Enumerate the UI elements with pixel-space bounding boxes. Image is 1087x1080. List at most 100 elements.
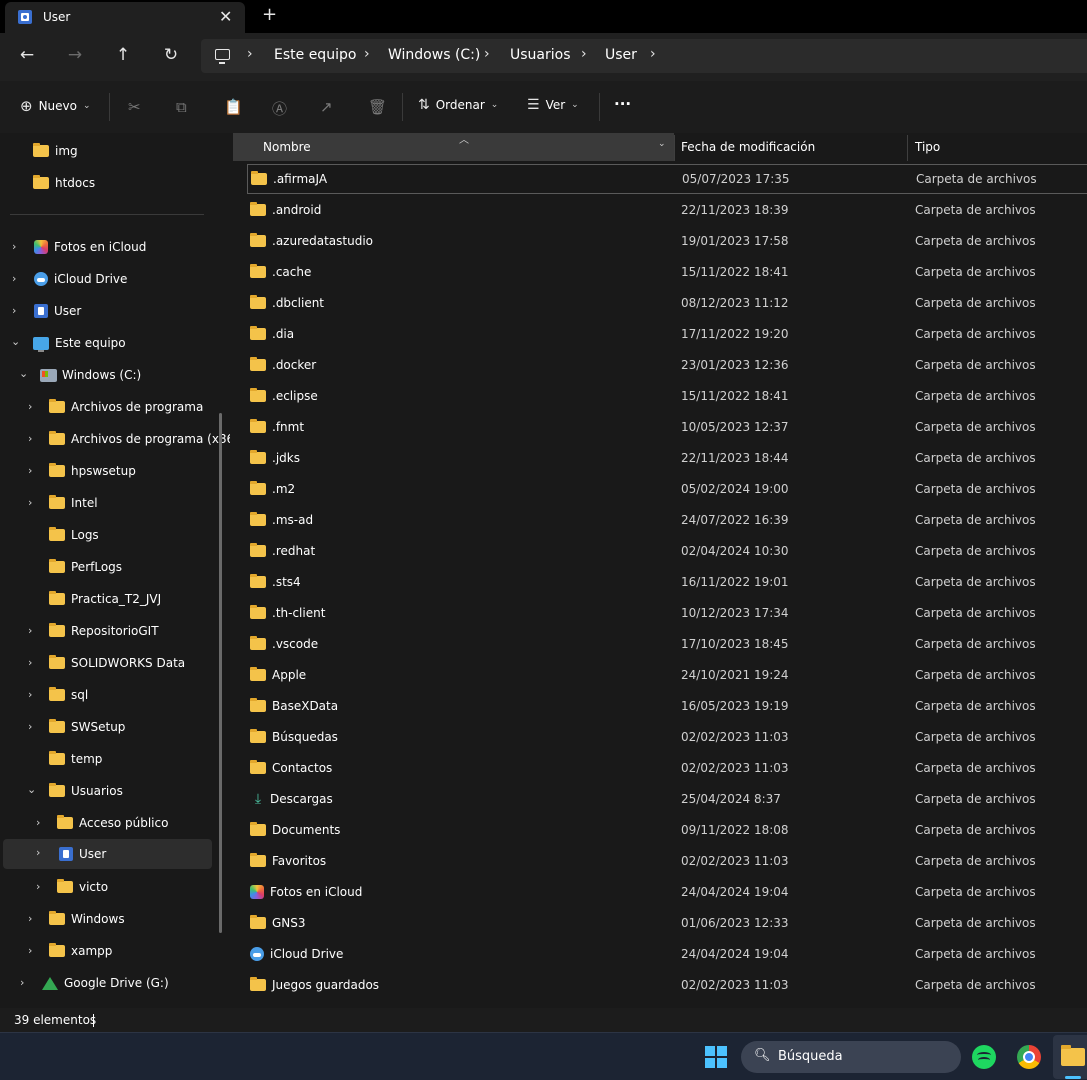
delete-icon[interactable]: 🗑 bbox=[368, 98, 387, 116]
chevron-right-icon[interactable]: › bbox=[36, 846, 40, 859]
sidebar-item-user[interactable]: User bbox=[34, 296, 81, 326]
sidebar-scrollbar[interactable] bbox=[219, 413, 222, 933]
sidebar-item-intel[interactable]: Intel bbox=[49, 488, 98, 518]
sidebar-item-solidworks[interactable]: SOLIDWORKS Data bbox=[49, 648, 185, 678]
chevron-right-icon[interactable]: › bbox=[12, 240, 16, 253]
sidebar-item-icloud-drive[interactable]: iCloud Drive bbox=[34, 264, 127, 294]
chevron-right-icon[interactable]: › bbox=[36, 816, 40, 829]
column-header-name[interactable]: ︿ Nombre ⌄ bbox=[233, 133, 674, 161]
chevron-right-icon[interactable]: › bbox=[28, 912, 32, 925]
file-row[interactable]: Fotos en iCloud 24/04/2024 19:04 Carpeta d… bbox=[247, 877, 1087, 907]
column-separator[interactable] bbox=[907, 135, 908, 161]
file-row[interactable]: .fnmt 10/05/2023 12:37 Carpeta de archivos bbox=[247, 412, 1087, 442]
up-button[interactable]: ↑ bbox=[111, 45, 135, 65]
rename-icon[interactable]: Ⓐ bbox=[272, 98, 287, 119]
taskbar-search[interactable]: 🔍︎ Búsqueda bbox=[741, 1041, 961, 1073]
view-button[interactable]: ☰ Ver ⌄ bbox=[527, 97, 579, 113]
file-explorer-taskbar-icon[interactable] bbox=[1053, 1035, 1087, 1079]
file-row[interactable]: .sts4 16/11/2022 19:01 Carpeta de archivos bbox=[247, 567, 1087, 597]
share-icon[interactable]: ↗ bbox=[320, 98, 333, 116]
chevron-right-icon[interactable]: › bbox=[28, 688, 32, 701]
chevron-right-icon[interactable]: › bbox=[28, 496, 32, 509]
chevron-right-icon[interactable]: › bbox=[28, 432, 32, 445]
breadcrumb-usuarios[interactable]: Usuarios bbox=[510, 47, 571, 63]
sidebar-item-perflogs[interactable]: PerfLogs bbox=[49, 552, 122, 582]
file-row[interactable]: .azuredatastudio 19/01/2023 17:58 Carpeta … bbox=[247, 226, 1087, 256]
file-row[interactable]: .afirmaJA 05/07/2023 17:35 Carpeta de arch… bbox=[247, 164, 1087, 194]
chevron-down-icon[interactable]: ⌄ bbox=[19, 367, 28, 380]
chevron-right-icon[interactable]: › bbox=[12, 304, 16, 317]
paste-icon[interactable]: 📋 bbox=[224, 98, 243, 116]
chevron-right-icon[interactable]: › bbox=[28, 656, 32, 669]
new-button[interactable]: ⊕ Nuevo ⌄ bbox=[20, 97, 91, 115]
file-row[interactable]: .jdks 22/11/2023 18:44 Carpeta de archivos bbox=[247, 443, 1087, 473]
chevron-right-icon[interactable]: › bbox=[28, 464, 32, 477]
more-options-button[interactable]: ··· bbox=[614, 95, 631, 113]
file-row[interactable]: .m2 05/02/2024 19:00 Carpeta de archivos bbox=[247, 474, 1087, 504]
sidebar-item-archivos-programa[interactable]: Archivos de programa bbox=[49, 392, 203, 422]
file-row[interactable]: .vscode 17/10/2023 18:45 Carpeta de archiv… bbox=[247, 629, 1087, 659]
chevron-down-icon[interactable]: ⌄ bbox=[11, 335, 20, 348]
file-row[interactable]: .eclipse 15/11/2022 18:41 Carpeta de archi… bbox=[247, 381, 1087, 411]
chevron-right-icon[interactable]: › bbox=[28, 400, 32, 413]
chrome-icon[interactable] bbox=[1017, 1045, 1041, 1069]
file-row[interactable]: ⤓ Descargas 25/04/2024 8:37 Carpeta de arch… bbox=[247, 784, 1087, 814]
sidebar-item-windows[interactable]: Windows bbox=[49, 904, 125, 934]
file-row[interactable]: .dbclient 08/12/2023 11:12 Carpeta de arch… bbox=[247, 288, 1087, 318]
chevron-right-icon[interactable]: › bbox=[28, 720, 32, 733]
sidebar-item-victo[interactable]: victo bbox=[57, 872, 108, 902]
file-row[interactable]: Apple 24/10/2021 19:24 Carpeta de archivos bbox=[247, 660, 1087, 690]
sidebar-item-img[interactable]: img bbox=[33, 136, 78, 166]
windows-start-icon[interactable] bbox=[705, 1046, 727, 1068]
sidebar-item-practica[interactable]: Practica_T2_JVJ bbox=[49, 584, 161, 614]
sidebar-item-windows-c[interactable]: Windows (C:) bbox=[40, 360, 141, 390]
sidebar-item-logs[interactable]: Logs bbox=[49, 520, 99, 550]
sidebar-item-sql[interactable]: sql bbox=[49, 680, 88, 710]
file-row[interactable]: Juegos guardados 02/02/2023 11:03 Carpeta … bbox=[247, 970, 1087, 1000]
sort-button[interactable]: ⇅ Ordenar ⌄ bbox=[418, 97, 498, 113]
file-row[interactable]: .cache 15/11/2022 18:41 Carpeta de archivo… bbox=[247, 257, 1087, 287]
sidebar-item-htdocs[interactable]: htdocs bbox=[33, 168, 95, 198]
sidebar-item-repositoriogit[interactable]: RepositorioGIT bbox=[49, 616, 159, 646]
file-row[interactable]: .ms-ad 24/07/2022 16:39 Carpeta de archivo… bbox=[247, 505, 1087, 535]
chevron-right-icon[interactable]: › bbox=[36, 880, 40, 893]
chevron-right-icon[interactable]: › bbox=[12, 272, 16, 285]
breadcrumb-user[interactable]: User bbox=[605, 47, 637, 63]
breadcrumb-separator[interactable]: › bbox=[364, 46, 370, 62]
sidebar-item-user-selected[interactable]: › User bbox=[3, 839, 212, 869]
chevron-down-icon[interactable]: ⌄ bbox=[658, 139, 666, 149]
sidebar-item-temp[interactable]: temp bbox=[49, 744, 102, 774]
file-row[interactable]: .th-client 10/12/2023 17:34 Carpeta de arc… bbox=[247, 598, 1087, 628]
chevron-right-icon[interactable]: › bbox=[20, 976, 24, 989]
sidebar-item-xampp[interactable]: xampp bbox=[49, 936, 112, 966]
breadcrumb-windows-c[interactable]: Windows (C:) bbox=[388, 47, 480, 63]
address-bar[interactable]: › Este equipo › Windows (C:) › Usuarios … bbox=[201, 39, 1087, 73]
file-row[interactable]: GNS3 01/06/2023 12:33 Carpeta de archivos bbox=[247, 908, 1087, 938]
breadcrumb-separator[interactable]: › bbox=[581, 46, 587, 62]
new-tab-button[interactable]: + bbox=[262, 4, 277, 25]
file-row[interactable]: .android 22/11/2023 18:39 Carpeta de archi… bbox=[247, 195, 1087, 225]
copy-icon[interactable]: ⧉ bbox=[176, 98, 187, 116]
file-row[interactable]: .docker 23/01/2023 12:36 Carpeta de archiv… bbox=[247, 350, 1087, 380]
close-tab-button[interactable]: ✕ bbox=[219, 7, 232, 26]
forward-button[interactable]: → bbox=[63, 45, 87, 65]
file-row[interactable]: Favoritos 02/02/2023 11:03 Carpeta de arch… bbox=[247, 846, 1087, 876]
file-row[interactable]: .redhat 02/04/2024 10:30 Carpeta de archiv… bbox=[247, 536, 1087, 566]
file-row[interactable]: Documents 09/11/2022 18:08 Carpeta de arch… bbox=[247, 815, 1087, 845]
spotify-icon[interactable] bbox=[972, 1045, 996, 1069]
column-header-type[interactable]: Tipo bbox=[915, 133, 1085, 161]
cut-icon[interactable]: ✂ bbox=[128, 98, 141, 116]
sidebar-item-acceso-publico[interactable]: Acceso público bbox=[57, 808, 168, 838]
file-row[interactable]: Búsquedas 02/02/2023 11:03 Carpeta de arch… bbox=[247, 722, 1087, 752]
sidebar-item-google-drive[interactable]: Google Drive (G:) bbox=[42, 968, 169, 998]
sidebar-item-este-equipo[interactable]: Este equipo bbox=[33, 328, 126, 358]
breadcrumb-separator[interactable]: › bbox=[247, 46, 253, 62]
file-row[interactable]: Contactos 02/02/2023 11:03 Carpeta de arch… bbox=[247, 753, 1087, 783]
refresh-button[interactable]: ↻ bbox=[159, 45, 183, 65]
breadcrumb-separator[interactable]: › bbox=[484, 46, 490, 62]
tab-user[interactable]: User ✕ bbox=[5, 2, 245, 33]
file-row[interactable]: iCloud Drive 24/04/2024 19:04 Carpeta de a… bbox=[247, 939, 1087, 969]
sidebar-item-swsetup[interactable]: SWSetup bbox=[49, 712, 125, 742]
chevron-down-icon[interactable]: ⌄ bbox=[27, 783, 36, 796]
breadcrumb-separator[interactable]: › bbox=[650, 46, 656, 62]
